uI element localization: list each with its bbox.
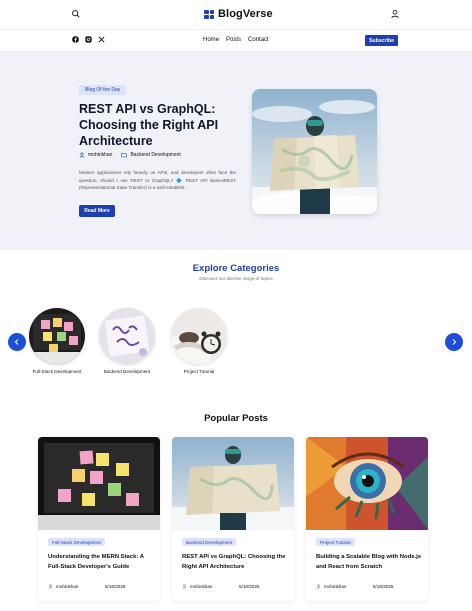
category-full-stack[interactable]: Full-Stack Development [27, 308, 87, 374]
nav-bar: Home Posts Contact Subscribe [0, 30, 472, 52]
carousel-prev-button[interactable] [8, 333, 26, 351]
category-backend[interactable]: Backend Development [97, 308, 157, 374]
grid-logo-icon [204, 9, 214, 19]
user-icon [182, 584, 187, 589]
category-label: Backend Development [103, 369, 151, 374]
post-image [38, 437, 160, 530]
brand-name: BlogVerse [218, 8, 273, 20]
top-bar: BlogVerse [0, 0, 472, 30]
user-icon [79, 152, 85, 158]
read-more-button[interactable]: Read More [79, 205, 115, 217]
subscribe-button[interactable]: Subscribe [365, 35, 398, 46]
post-tag[interactable]: Project Tutorial [316, 538, 355, 546]
blog-of-the-day-badge: Blog Of the Day [79, 85, 127, 95]
main-nav: Home Posts Contact [203, 37, 269, 43]
chevron-left-icon [14, 339, 19, 345]
category-image [29, 308, 85, 364]
facebook-icon[interactable] [72, 36, 79, 43]
post-meta: mohinkhan 5/18/2025 [316, 584, 393, 589]
nav-link-home[interactable]: Home [203, 37, 219, 43]
carousel-next-button[interactable] [445, 333, 463, 351]
post-card[interactable]: Project Tutorial Building a Scalable Blo… [306, 437, 428, 601]
hero-title[interactable]: REST API vs GraphQL: Choosing the Right … [79, 101, 249, 149]
post-image [306, 437, 428, 530]
user-icon [316, 584, 321, 589]
post-author: mohinkhan [190, 584, 213, 589]
hero-category[interactable]: Backend Development [130, 152, 180, 158]
categories-subtitle: Discover our diverse range of topics [199, 276, 273, 281]
post-tag[interactable]: Backend Development [182, 538, 237, 546]
post-author: mohinkhan [56, 584, 79, 589]
post-image [172, 437, 294, 530]
post-meta: mohinkhan 5/18/2025 [48, 584, 125, 589]
post-card[interactable]: Backend Development REST API vs GraphQL:… [172, 437, 294, 601]
brand-logo[interactable]: BlogVerse [204, 8, 273, 20]
chevron-right-icon [452, 339, 457, 345]
hero-author: mohinkhan [88, 152, 113, 158]
post-date: 5/18/2025 [105, 584, 126, 589]
categories-title: Explore Categories [192, 263, 280, 274]
social-links [72, 36, 105, 43]
instagram-icon[interactable] [85, 36, 92, 43]
category-image [171, 308, 227, 364]
hero-image[interactable] [252, 89, 377, 214]
post-title[interactable]: Building a Scalable Blog with Node.js an… [316, 553, 422, 572]
x-icon[interactable] [98, 36, 105, 43]
folder-icon [121, 152, 128, 158]
hero-excerpt: Modern applications rely heavily on APIs… [79, 170, 236, 190]
hero-meta: mohinkhan Backend Development [79, 152, 181, 158]
user-icon[interactable] [390, 9, 400, 19]
post-title[interactable]: REST API vs GraphQL: Choosing the Right … [182, 553, 288, 572]
category-label: Full-Stack Development [32, 369, 82, 374]
post-tag[interactable]: Full-Stack Development [48, 538, 105, 546]
popular-posts-title: Popular Posts [204, 413, 268, 424]
post-card[interactable]: Full-Stack Development Understanding the… [38, 437, 160, 601]
nav-link-contact[interactable]: Contact [248, 37, 269, 43]
hero-section [0, 52, 472, 250]
search-icon[interactable] [71, 9, 81, 19]
category-image [99, 308, 155, 364]
post-date: 5/18/2025 [373, 584, 394, 589]
nav-link-posts[interactable]: Posts [226, 37, 241, 43]
category-label: Project Tutorial [183, 369, 215, 374]
post-date: 5/18/2025 [239, 584, 260, 589]
user-icon [48, 584, 53, 589]
category-project-tutorial[interactable]: Project Tutorial [169, 308, 229, 374]
post-author: mohinkhan [324, 584, 347, 589]
post-meta: mohinkhan 5/18/2025 [182, 584, 259, 589]
post-title[interactable]: Understanding the MERN Stack: A Full-Sta… [48, 553, 154, 572]
